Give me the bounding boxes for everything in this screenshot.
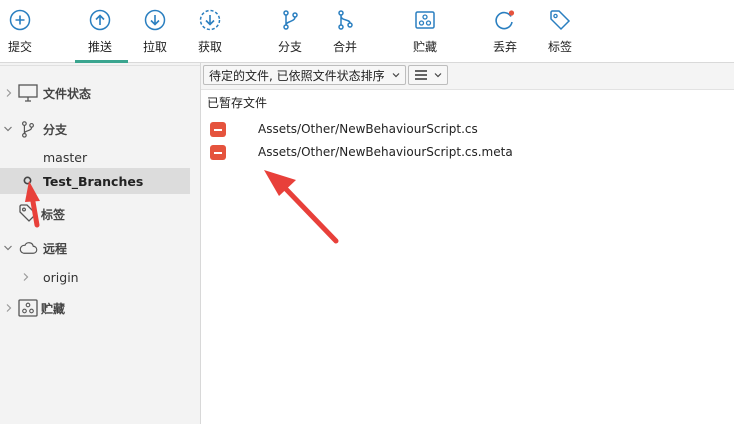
tag-label: 标签 — [547, 40, 572, 54]
branch-name: master — [43, 150, 88, 165]
unstage-minus-icon[interactable] — [210, 122, 226, 137]
sidebar-section-remotes[interactable]: 远程 — [0, 235, 200, 261]
commit-label: 提交 — [7, 40, 32, 54]
remote-name: origin — [43, 270, 79, 285]
chevron-down-icon — [4, 245, 12, 251]
file-path: Assets/Other/NewBehaviourScript.cs.meta — [258, 145, 513, 159]
branch-icon — [283, 10, 298, 30]
sidebar-section-tags[interactable]: 标签 — [0, 200, 200, 226]
staged-file-row[interactable]: Assets/Other/NewBehaviourScript.cs — [201, 119, 734, 141]
merge-button[interactable]: 合并 — [317, 8, 373, 60]
chevron-right-icon — [6, 304, 12, 312]
tag-icon — [19, 204, 37, 222]
discard-label: 丢弃 — [492, 40, 517, 54]
chevron-down-icon — [4, 126, 12, 132]
toolbar: 提交 推送 拉取 获取 分支 合并 贮藏 丢弃 标签 — [0, 0, 734, 64]
stash-button[interactable]: 贮藏 — [397, 8, 453, 60]
sidebar-item-remote-origin[interactable]: origin — [0, 264, 200, 290]
sidebar-section-label: 贮藏 — [41, 302, 66, 316]
tag-icon — [550, 10, 571, 31]
fetch-button[interactable]: 获取 — [182, 8, 238, 60]
branch-button[interactable]: 分支 — [262, 8, 318, 60]
sidebar: 文件状态 分支 master Test_Branches 标签 远程 origi… — [0, 63, 201, 424]
sort-select-value: 待定的文件, 已依照文件状态排序 — [209, 68, 385, 83]
chevron-right-icon — [6, 89, 12, 97]
sidebar-item-branch-master[interactable]: master — [0, 144, 200, 170]
stash-label: 贮藏 — [412, 40, 437, 54]
staged-file-row[interactable]: Assets/Other/NewBehaviourScript.cs.meta — [201, 142, 734, 164]
chevron-right-icon — [23, 273, 29, 281]
push-label: 推送 — [87, 40, 112, 54]
sidebar-section-branches[interactable]: 分支 — [0, 116, 200, 142]
file-path: Assets/Other/NewBehaviourScript.cs — [258, 122, 478, 136]
pull-label: 拉取 — [142, 40, 167, 54]
merge-icon — [338, 10, 353, 30]
sidebar-section-label: 远程 — [43, 242, 68, 256]
main-panel: 待定的文件, 已依照文件状态排序 已暂存文件 Assets/Other/NewB… — [201, 63, 734, 424]
arrow-up-circle-icon — [89, 9, 111, 31]
sidebar-section-label: 分支 — [43, 123, 68, 137]
branch-name: Test_Branches — [43, 174, 144, 189]
sidebar-section-stashes[interactable]: 贮藏 — [0, 295, 200, 321]
discard-button[interactable]: 丢弃 — [477, 8, 533, 60]
discard-refresh-icon — [495, 10, 515, 30]
sidebar-item-label: 文件状态 — [43, 87, 92, 101]
plus-circle-icon — [9, 9, 31, 31]
fetch-label: 获取 — [197, 40, 222, 54]
arrow-down-circle-icon — [144, 9, 166, 31]
sidebar-section-label: 标签 — [41, 208, 66, 222]
tag-button[interactable]: 标签 — [532, 8, 588, 60]
branch-label: 分支 — [277, 40, 302, 54]
chevron-down-icon — [434, 73, 442, 78]
monitor-icon — [18, 84, 38, 102]
stash-box-icon — [415, 11, 435, 29]
stash-box-icon — [18, 299, 38, 317]
unstage-minus-icon[interactable] — [210, 145, 226, 160]
chevron-down-icon — [392, 73, 400, 78]
sort-select[interactable]: 待定的文件, 已依照文件状态排序 — [203, 65, 406, 85]
list-icon — [415, 70, 427, 80]
filter-bar: 待定的文件, 已依照文件状态排序 — [201, 63, 734, 90]
commit-button[interactable]: 提交 — [0, 8, 48, 60]
cloud-icon — [19, 242, 38, 254]
merge-label: 合并 — [332, 40, 357, 54]
staged-files-header: 已暂存文件 — [207, 96, 268, 110]
push-button[interactable]: 推送 — [72, 8, 128, 60]
fetch-dashed-circle-icon — [199, 9, 221, 31]
view-options-select[interactable] — [408, 65, 448, 85]
sidebar-item-branch-test-branches[interactable]: Test_Branches — [0, 168, 190, 194]
branch-icon — [22, 121, 34, 138]
pull-button[interactable]: 拉取 — [127, 8, 183, 60]
current-branch-icon — [23, 176, 32, 185]
sidebar-item-file-status[interactable]: 文件状态 — [0, 80, 200, 106]
sidebar-divider — [0, 65, 200, 66]
